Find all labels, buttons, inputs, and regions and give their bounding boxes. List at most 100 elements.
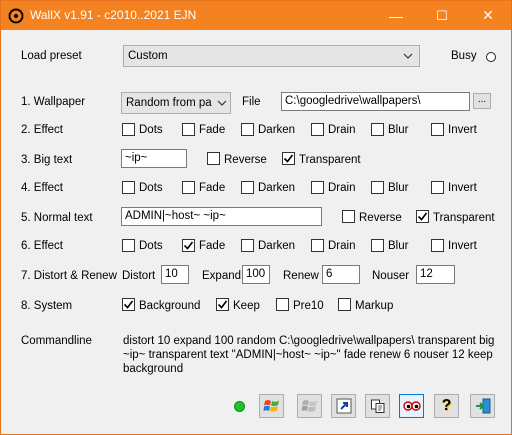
help-button[interactable]: ? — [434, 394, 459, 418]
effect2-fade-checkbox[interactable] — [182, 123, 195, 136]
effect2-invert-label: Invert — [448, 124, 477, 136]
effect4-dots-label: Dots — [139, 182, 163, 194]
effect6-dots-label: Dots — [139, 240, 163, 252]
normal-text-reverse-checkbox[interactable] — [342, 210, 355, 223]
effect6-darken-checkbox[interactable] — [241, 239, 254, 252]
effect6-fade-checkbox[interactable] — [182, 239, 195, 252]
copy-icon — [370, 399, 384, 413]
effect4-invert-label: Invert — [448, 182, 477, 194]
effect6-darken-label: Darken — [258, 240, 296, 252]
windows-restore-button[interactable] — [297, 394, 322, 418]
effect4-drain-checkbox[interactable] — [311, 181, 324, 194]
big-text-reverse-checkbox[interactable] — [207, 152, 220, 165]
effect6-drain-checkbox[interactable] — [311, 239, 324, 252]
help-icon: ? — [441, 397, 452, 414]
effect-label-6: 6. Effect — [21, 240, 63, 252]
normal-text-label: 5. Normal text — [21, 212, 93, 224]
checkmark-icon — [183, 241, 194, 250]
shortcut-button[interactable] — [331, 394, 356, 418]
normal-text-transparent-label: Transparent — [433, 212, 495, 224]
maximize-button[interactable]: ☐ — [419, 1, 465, 30]
normal-text-transparent-checkbox[interactable] — [416, 210, 429, 223]
copy-button[interactable] — [365, 394, 390, 418]
effect6-fade-label: Fade — [199, 240, 226, 252]
windows-button[interactable] — [259, 394, 284, 418]
effect6-invert-checkbox[interactable] — [431, 239, 444, 252]
close-button[interactable]: ✕ — [465, 1, 511, 30]
effect4-invert-checkbox[interactable] — [431, 181, 444, 194]
effect4-fade-label: Fade — [199, 182, 226, 194]
effect6-invert-label: Invert — [448, 240, 477, 252]
effect4-blur-checkbox[interactable] — [371, 181, 384, 194]
renew-label: Renew — [283, 270, 319, 282]
effect-label-2: 2. Effect — [21, 124, 63, 136]
markup-checkbox[interactable] — [338, 298, 351, 311]
background-checkbox[interactable] — [122, 298, 135, 311]
preview-button[interactable] — [399, 394, 424, 418]
big-text-reverse-label: Reverse — [224, 154, 267, 166]
wallpaper-mode-value: Random from pa — [126, 97, 212, 109]
exit-button[interactable] — [470, 394, 495, 418]
wallpaper-mode-select[interactable]: Random from pa — [121, 92, 231, 114]
file-label: File — [242, 96, 261, 108]
effect2-dots-label: Dots — [139, 124, 163, 136]
effect6-blur-label: Blur — [388, 240, 409, 252]
pre10-checkbox[interactable] — [276, 298, 289, 311]
keep-checkbox[interactable] — [216, 298, 229, 311]
browse-button[interactable]: ... — [473, 93, 491, 109]
title-bar: WallX v1.91 - c2010..2021 EJN — ☐ ✕ — [1, 1, 511, 30]
commandline-label: Commandline — [21, 335, 92, 347]
windows-logo-gray-icon — [301, 400, 317, 412]
expand-input[interactable]: 100 — [242, 265, 270, 284]
markup-label: Markup — [355, 300, 394, 312]
checkmark-icon — [417, 212, 428, 221]
maximize-icon: ☐ — [436, 7, 448, 23]
effect2-blur-label: Blur — [388, 124, 409, 136]
app-logo-icon — [8, 8, 24, 24]
busy-indicator-icon — [486, 52, 496, 62]
effect4-dots-checkbox[interactable] — [122, 181, 135, 194]
preset-select[interactable]: Custom — [123, 45, 420, 67]
exit-icon — [475, 398, 490, 414]
effect4-darken-checkbox[interactable] — [241, 181, 254, 194]
minimize-icon: — — [389, 7, 403, 24]
checkmark-icon — [123, 300, 134, 309]
load-preset-label: Load preset — [21, 50, 82, 62]
big-text-label: 3. Big text — [21, 154, 73, 166]
effect2-darken-checkbox[interactable] — [241, 123, 254, 136]
effect2-drain-label: Drain — [328, 124, 356, 136]
chevron-down-icon — [403, 53, 413, 59]
big-text-transparent-label: Transparent — [299, 154, 361, 166]
renew-input[interactable]: 6 — [322, 265, 360, 284]
nouser-input[interactable]: 12 — [416, 265, 455, 284]
effect2-dots-checkbox[interactable] — [122, 123, 135, 136]
pre10-label: Pre10 — [293, 300, 324, 312]
distort-input[interactable]: 10 — [161, 265, 189, 284]
effect6-drain-label: Drain — [328, 240, 356, 252]
app-window: WallX v1.91 - c2010..2021 EJN — ☐ ✕ Load… — [0, 0, 512, 435]
effect6-dots-checkbox[interactable] — [122, 239, 135, 252]
big-text-input[interactable]: ~ip~ — [121, 149, 187, 168]
effect2-invert-checkbox[interactable] — [431, 123, 444, 136]
normal-text-reverse-label: Reverse — [359, 212, 402, 224]
effect4-darken-label: Darken — [258, 182, 296, 194]
effect6-blur-checkbox[interactable] — [371, 239, 384, 252]
effect2-blur-checkbox[interactable] — [371, 123, 384, 136]
commandline-text: distort 10 expand 100 random C:\googledr… — [123, 335, 495, 375]
distort-label: Distort — [122, 270, 156, 282]
minimize-button[interactable]: — — [373, 1, 419, 30]
effect4-fade-checkbox[interactable] — [182, 181, 195, 194]
effect2-fade-label: Fade — [199, 124, 226, 136]
big-text-transparent-checkbox[interactable] — [282, 152, 295, 165]
effect4-blur-label: Blur — [388, 182, 409, 194]
effect2-drain-checkbox[interactable] — [311, 123, 324, 136]
checkmark-icon — [217, 300, 228, 309]
close-icon: ✕ — [482, 7, 494, 23]
windows-logo-icon — [263, 400, 279, 412]
normal-text-input[interactable]: ADMIN|~host~ ~ip~ — [121, 207, 322, 226]
shortcut-icon — [336, 398, 351, 414]
preview-icon — [402, 401, 421, 411]
file-path-input[interactable]: C:\googledrive\wallpapers\ — [281, 92, 470, 111]
background-label: Background — [139, 300, 201, 312]
wallpaper-label: 1. Wallpaper — [21, 96, 86, 108]
